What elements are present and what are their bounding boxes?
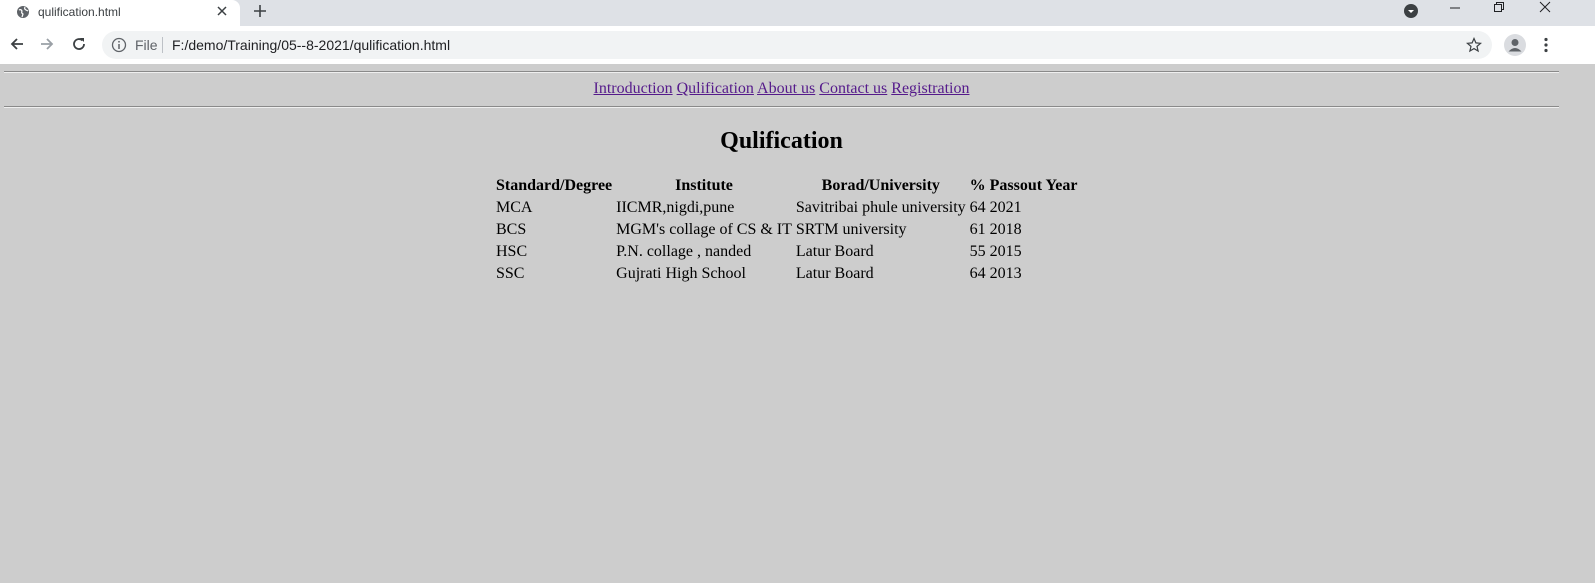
cell-year: 2018 xyxy=(989,221,1022,238)
header-standard-degree: Standard/Degree xyxy=(496,177,613,194)
table-header-row: Standard/Degree Institute Borad/Universi… xyxy=(495,176,1079,196)
page-title: Qulification xyxy=(720,128,843,154)
cell-institute: MGM's collage of CS & IT xyxy=(616,221,792,238)
cell-year: 2021 xyxy=(989,199,1022,216)
nav-link-about-us[interactable]: About us xyxy=(757,80,815,97)
cell-university: Latur Board xyxy=(795,265,874,282)
table-row: MCA IICMR,nigdi,pune Savitribai phule un… xyxy=(495,198,1079,218)
cell-percent: 61 xyxy=(969,221,986,238)
more-menu-icon[interactable] xyxy=(1537,36,1555,59)
address-bar[interactable]: File F:/demo/Training/05--8-2021/qulific… xyxy=(102,31,1492,59)
info-icon[interactable] xyxy=(111,37,127,56)
globe-icon xyxy=(16,5,30,22)
url-text[interactable]: F:/demo/Training/05--8-2021/qulification… xyxy=(172,37,450,53)
back-icon[interactable] xyxy=(8,35,26,58)
page-content: Introduction Qulification About us Conta… xyxy=(0,64,1595,583)
forward-icon[interactable] xyxy=(38,35,56,58)
browser-tab[interactable]: qulification.html xyxy=(0,0,240,26)
cell-percent: 55 xyxy=(969,243,986,260)
table-row: SSC Gujrati High School Latur Board 64 2… xyxy=(495,264,1079,284)
nav-link-registration[interactable]: Registration xyxy=(891,80,969,97)
cell-year: 2013 xyxy=(989,265,1022,282)
header-percent: % xyxy=(969,177,986,194)
table-row: HSC P.N. collage , nanded Latur Board 55… xyxy=(495,242,1079,262)
qualification-table: Standard/Degree Institute Borad/Universi… xyxy=(493,174,1081,286)
cell-university: SRTM university xyxy=(795,221,907,238)
header-passout-year: Passout Year xyxy=(989,177,1078,194)
browser-toolbar: File F:/demo/Training/05--8-2021/qulific… xyxy=(0,26,1595,64)
cell-institute: IICMR,nigdi,pune xyxy=(616,199,735,216)
table-row: BCS MGM's collage of CS & IT SRTM univer… xyxy=(495,220,1079,240)
close-window-icon[interactable] xyxy=(1538,0,1552,19)
omnibox-separator xyxy=(162,37,163,53)
header-institute: Institute xyxy=(675,177,733,194)
cell-institute: Gujrati High School xyxy=(616,265,746,282)
nav-link-qulification[interactable]: Qulification xyxy=(677,80,754,97)
cell-percent: 64 xyxy=(969,199,986,216)
nav-link-introduction[interactable]: Introduction xyxy=(594,80,673,97)
profile-dropdown-icon[interactable] xyxy=(1403,3,1419,24)
close-icon[interactable] xyxy=(216,5,228,20)
top-divider xyxy=(4,71,1559,73)
url-scheme-label: File xyxy=(135,37,158,53)
cell-percent: 64 xyxy=(969,265,986,282)
cell-university: Savitribai phule university xyxy=(795,199,966,216)
cell-degree: MCA xyxy=(496,199,533,216)
tab-strip: qulification.html xyxy=(0,0,1595,26)
nav-link-contact-us[interactable]: Contact us xyxy=(819,80,887,97)
main-nav: Introduction Qulification About us Conta… xyxy=(0,80,1563,98)
cell-degree: HSC xyxy=(496,243,528,260)
star-icon[interactable] xyxy=(1465,36,1483,56)
header-board-university: Borad/University xyxy=(821,177,940,194)
nav-divider xyxy=(4,106,1559,108)
restore-icon[interactable] xyxy=(1492,0,1506,19)
cell-degree: SSC xyxy=(496,265,525,282)
cell-university: Latur Board xyxy=(795,243,874,260)
cell-institute: P.N. collage , nanded xyxy=(616,243,752,260)
avatar-icon[interactable] xyxy=(1504,34,1526,56)
plus-icon[interactable] xyxy=(252,3,268,24)
cell-degree: BCS xyxy=(496,221,527,238)
cell-year: 2015 xyxy=(989,243,1022,260)
tab-title: qulification.html xyxy=(38,5,121,19)
reload-icon[interactable] xyxy=(70,35,88,58)
minimize-icon[interactable] xyxy=(1448,0,1462,19)
